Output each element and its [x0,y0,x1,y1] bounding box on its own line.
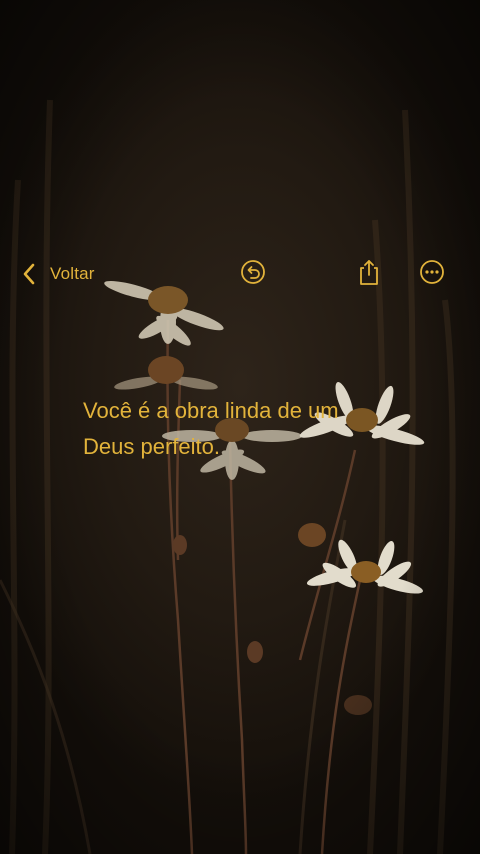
back-button[interactable]: Voltar [22,260,95,288]
share-button[interactable] [355,258,383,291]
back-label: Voltar [50,264,95,283]
undo-icon [240,259,266,290]
chevron-left-icon [22,262,42,286]
note-toolbar: Voltar [0,254,480,294]
note-body[interactable]: Você é a obra linda de um Deus perfeito. [83,393,423,465]
undo-button[interactable] [239,259,267,290]
notes-screen: Voltar Você é a obra linda de um Deus pe… [0,0,480,854]
more-icon [419,259,445,290]
share-icon [356,258,382,291]
more-button[interactable] [418,259,446,290]
